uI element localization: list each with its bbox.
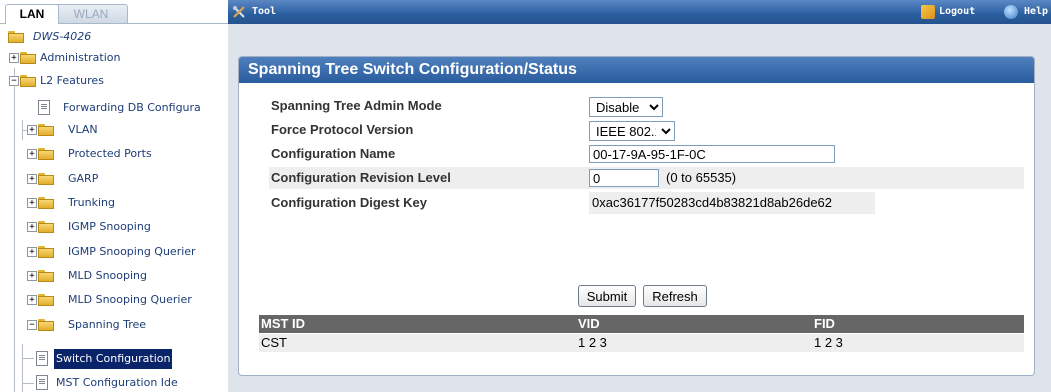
tool-label: Tool [252, 6, 277, 17]
folder-icon [38, 246, 54, 258]
tree-connector [22, 358, 34, 359]
row-config-name: Configuration Name [269, 143, 1024, 165]
expand-icon[interactable]: + [27, 247, 37, 257]
document-icon [36, 375, 48, 390]
tab-wlan[interactable]: WLAN [54, 4, 128, 24]
tree-item-label: MST Configuration Ide [56, 376, 178, 389]
column-header-fid: FID [814, 316, 835, 331]
tree-item-label: MLD Snooping Querier [68, 293, 192, 306]
revision-level-range: (0 to 65535) [666, 170, 737, 185]
column-header-vid: VID [578, 316, 600, 331]
row-digest-key: Configuration Digest Key 0xac36177f50283… [269, 192, 1024, 214]
tree-item-label: Trunking [68, 196, 115, 209]
column-header-mst-id: MST ID [261, 316, 306, 331]
row-force-protocol: Force Protocol Version IEEE 802.1s [269, 119, 1024, 141]
expand-icon[interactable]: + [27, 174, 37, 184]
expand-icon[interactable]: + [27, 295, 37, 305]
expand-icon[interactable]: + [27, 198, 37, 208]
force-protocol-label: Force Protocol Version [271, 122, 414, 137]
document-icon [36, 351, 48, 366]
document-icon [38, 100, 50, 115]
submit-button[interactable]: Submit [578, 285, 636, 307]
admin-mode-label: Spanning Tree Admin Mode [271, 98, 442, 113]
admin-mode-select[interactable]: Disable [589, 97, 663, 117]
help-icon [1004, 5, 1018, 19]
tree-connector [14, 68, 15, 392]
tree-connector [22, 344, 23, 392]
logout-label: Logout [939, 6, 976, 17]
config-name-label: Configuration Name [271, 146, 396, 161]
cell-vid: 1 2 3 [578, 335, 607, 350]
tree-item-label: GARP [68, 172, 99, 185]
folder-icon [20, 52, 36, 64]
collapse-icon[interactable]: − [27, 320, 37, 330]
digest-key-value: 0xac36177f50283cd4b83821d8ab26de62 [592, 195, 833, 210]
folder-open-icon [20, 75, 36, 87]
config-panel: Spanning Tree Switch Configuration/Statu… [238, 56, 1035, 376]
folder-icon [38, 270, 54, 282]
tree-item-label: Forwarding DB Configura [63, 101, 201, 114]
tab-lan[interactable]: LAN [5, 4, 59, 24]
expand-icon[interactable]: + [27, 125, 37, 135]
tool-icon [233, 6, 245, 18]
main-content: Spanning Tree Switch Configuration/Statu… [228, 24, 1051, 392]
folder-icon [38, 221, 54, 233]
table-row: CST 1 2 3 1 2 3 [259, 334, 1024, 352]
folder-icon [38, 294, 54, 306]
tree-connector [22, 383, 34, 384]
expand-icon[interactable]: + [27, 149, 37, 159]
logout-icon [921, 5, 935, 19]
folder-icon [38, 173, 54, 185]
folder-icon [38, 148, 54, 160]
tree-item-label: Protected Ports [68, 147, 152, 160]
row-admin-mode: Spanning Tree Admin Mode Disable [269, 95, 1024, 117]
tree-item-label: VLAN [68, 123, 98, 136]
folder-open-icon [38, 319, 54, 331]
row-revision-level: Configuration Revision Level (0 to 65535… [269, 167, 1024, 189]
panel-title: Spanning Tree Switch Configuration/Statu… [239, 57, 1034, 83]
tree-item-label: IGMP Snooping [68, 220, 151, 233]
table-header: MST ID VID FID [259, 315, 1024, 333]
tree-item-label: Administration [40, 51, 121, 64]
digest-key-label: Configuration Digest Key [271, 195, 428, 210]
refresh-button[interactable]: Refresh [643, 285, 707, 307]
folder-icon [38, 197, 54, 209]
tree-item-label: IGMP Snooping Querier [68, 245, 196, 258]
expand-icon[interactable]: + [27, 222, 37, 232]
tree-item-label: MLD Snooping [68, 269, 147, 282]
revision-level-label: Configuration Revision Level [271, 170, 451, 185]
cell-fid: 1 2 3 [814, 335, 843, 350]
tree-root-label: DWS-4026 [33, 30, 92, 43]
tree-item-label: L2 Features [40, 74, 104, 87]
config-name-input[interactable] [589, 145, 835, 163]
cell-mst-id: CST [261, 335, 287, 350]
tree-item-label: Spanning Tree [68, 318, 147, 331]
expand-icon[interactable]: + [27, 271, 37, 281]
revision-level-input[interactable] [589, 169, 659, 187]
tree-item-label-selected: Switch Configuration [54, 349, 173, 369]
navigation-tree: DWS-4026 + Administration − L2 Features … [0, 24, 228, 392]
nav-tabs: WLAN LAN [0, 0, 228, 24]
top-toolbar: Tool Logout Help [228, 0, 1051, 24]
folder-icon [38, 124, 54, 136]
help-label: Help [1024, 6, 1049, 17]
expand-icon[interactable]: + [9, 53, 19, 63]
collapse-icon[interactable]: − [9, 76, 19, 86]
folder-open-icon [8, 31, 24, 43]
force-protocol-select[interactable]: IEEE 802.1s [589, 121, 675, 141]
